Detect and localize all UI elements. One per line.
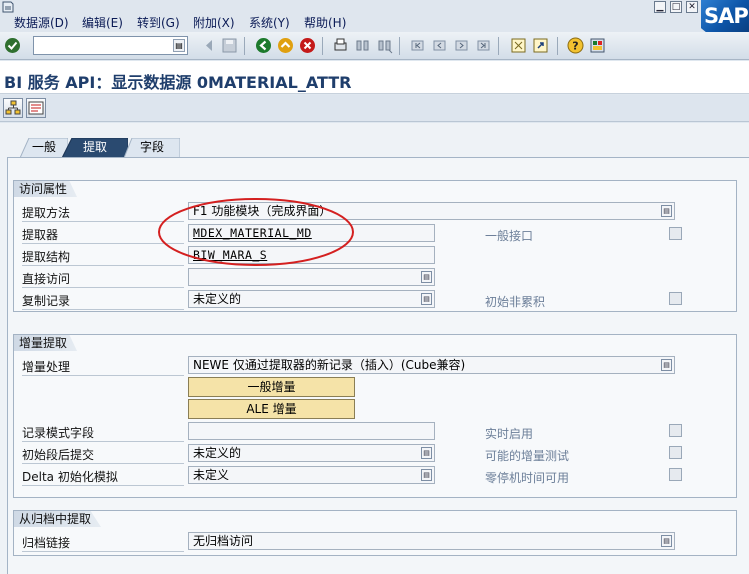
toolbar-separator <box>322 37 323 55</box>
label-initial-non-cumulative: 初始非累积 <box>485 295 546 309</box>
menu-system[interactable]: 系统(Y) <box>249 14 290 31</box>
standard-toolbar: ▤ ? <box>0 32 749 60</box>
page-title: BI 服务 API：显示数据源 0MATERIAL_ATTR <box>4 73 352 92</box>
label-commit-after-init: 初始段后提交 <box>22 446 184 464</box>
toolbar-separator <box>244 37 245 55</box>
prev-page-icon[interactable] <box>431 37 448 54</box>
dropdown-icon[interactable]: ▤ <box>421 271 432 283</box>
collapse-icon[interactable] <box>201 37 218 54</box>
initial-non-cumulative-checkbox[interactable] <box>669 292 682 305</box>
label-zero-downtime: 零停机时间可用 <box>485 471 570 485</box>
menu-datasource[interactable]: 数据源(D) <box>14 14 69 31</box>
commit-after-init-field[interactable]: 未定义的 ▤ <box>188 444 435 462</box>
label-delta-process: 增量处理 <box>22 358 184 376</box>
tab-extraction[interactable]: 提取 <box>62 138 128 158</box>
layout-icon[interactable] <box>589 37 606 54</box>
last-page-icon[interactable] <box>475 37 492 54</box>
application-toolbar <box>0 95 749 122</box>
back-icon[interactable] <box>255 37 272 54</box>
menu-extras[interactable]: 附加(X) <box>193 14 235 31</box>
group-title: 增量提取 <box>14 335 78 351</box>
check-icon[interactable] <box>4 37 21 54</box>
cancel-icon[interactable] <box>299 37 316 54</box>
delta-process-field[interactable]: NEWE 仅通过提取器的新记录（插入）(Cube兼容) ▤ <box>188 356 675 374</box>
dropdown-icon[interactable]: ▤ <box>421 469 432 481</box>
menu-help[interactable]: 帮助(H) <box>304 14 346 31</box>
generic-interface-checkbox[interactable] <box>669 227 682 240</box>
toolbar-separator <box>498 37 499 55</box>
shortcut-icon[interactable] <box>532 37 549 54</box>
annotation-ellipse <box>158 198 354 266</box>
delta-test-possible-checkbox[interactable] <box>669 446 682 459</box>
record-mode-field[interactable] <box>188 422 435 440</box>
direct-access-field[interactable]: ▤ <box>188 268 435 286</box>
label-direct-access: 直接访问 <box>22 270 184 288</box>
title-bar: BI 服务 API：显示数据源 0MATERIAL_ATTR <box>0 61 749 94</box>
generic-delta-button[interactable]: 一般增量 <box>188 377 355 397</box>
next-page-icon[interactable] <box>453 37 470 54</box>
sap-logo: SAP <box>701 0 749 32</box>
ale-delta-button[interactable]: ALE 增量 <box>188 399 355 419</box>
group-title: 从归档中提取 <box>14 511 102 527</box>
label-delta-init-simulation: Delta 初始化模拟 <box>22 468 184 486</box>
hierarchy-icon[interactable] <box>3 98 23 118</box>
menu-edit[interactable]: 编辑(E) <box>82 14 123 31</box>
dropdown-icon[interactable]: ▤ <box>421 447 432 459</box>
dropdown-icon[interactable]: ▤ <box>661 205 672 217</box>
find-icon[interactable] <box>354 37 371 54</box>
close-icon[interactable]: ✕ <box>686 1 698 13</box>
svg-text:?: ? <box>572 40 578 53</box>
tab-general[interactable]: 一般 <box>20 138 68 158</box>
command-field[interactable]: ▤ <box>33 36 188 55</box>
display-icon[interactable] <box>26 98 46 118</box>
label-generic-interface: 一般接口 <box>485 229 534 243</box>
system-menu-icon[interactable] <box>1 1 15 13</box>
maximize-icon[interactable]: □ <box>670 1 682 13</box>
menu-goto[interactable]: 转到(G) <box>137 14 180 31</box>
label-realtime-enabled: 实时启用 <box>485 427 534 441</box>
delta-init-simulation-field[interactable]: 未定义 ▤ <box>188 466 435 484</box>
realtime-enabled-checkbox[interactable] <box>669 424 682 437</box>
find-next-icon[interactable] <box>376 37 393 54</box>
menu-bar: 数据源(D) 编辑(E) 转到(G) 附加(X) 系统(Y) 帮助(H) ▁ □… <box>0 0 749 32</box>
save-icon[interactable] <box>221 37 238 54</box>
help-icon[interactable]: ? <box>567 37 584 54</box>
command-dropdown-icon[interactable]: ▤ <box>173 39 185 52</box>
dropdown-icon[interactable]: ▤ <box>661 535 672 547</box>
label-delta-test-possible: 可能的增量测试 <box>485 449 570 463</box>
archive-link-field[interactable]: 无归档访问 ▤ <box>188 532 675 550</box>
copy-records-field[interactable]: 未定义的 ▤ <box>188 290 435 308</box>
tab-fields[interactable]: 字段 <box>124 138 180 158</box>
label-archive-link: 归档链接 <box>22 534 184 552</box>
toolbar-separator <box>557 37 558 55</box>
first-page-icon[interactable] <box>409 37 426 54</box>
dropdown-icon[interactable]: ▤ <box>421 293 432 305</box>
minimize-icon[interactable]: ▁ <box>654 1 666 13</box>
print-icon[interactable] <box>332 37 349 54</box>
exit-icon[interactable] <box>277 37 294 54</box>
label-record-mode-field: 记录模式字段 <box>22 424 184 442</box>
zero-downtime-checkbox[interactable] <box>669 468 682 481</box>
new-session-icon[interactable] <box>510 37 527 54</box>
dropdown-icon[interactable]: ▤ <box>661 359 672 371</box>
toolbar-separator <box>399 37 400 55</box>
label-copy-records: 复制记录 <box>22 292 184 310</box>
group-title: 访问属性 <box>14 181 78 197</box>
